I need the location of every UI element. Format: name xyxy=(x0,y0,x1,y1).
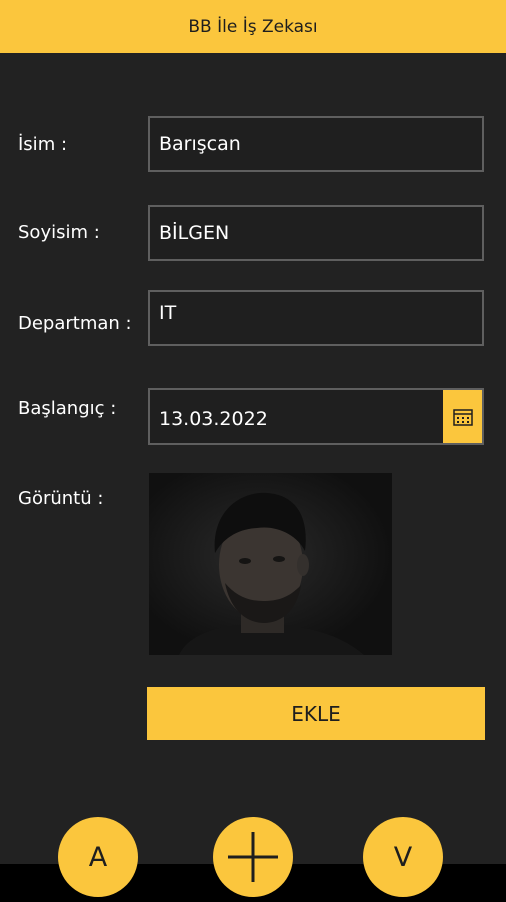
name-label: İsim : xyxy=(18,134,68,155)
calendar-icon xyxy=(452,408,473,426)
department-label: Departman : xyxy=(18,313,132,334)
start-date-label: Başlangıç : xyxy=(18,398,117,419)
app-header: BB İle İş Zekası xyxy=(0,0,506,53)
a-button-label: A xyxy=(88,841,108,873)
add-button[interactable]: EKLE xyxy=(147,687,485,740)
a-button[interactable]: A xyxy=(58,817,138,897)
start-date-picker[interactable]: 13.03.2022 xyxy=(148,388,484,445)
surname-label: Soyisim : xyxy=(18,222,100,243)
name-field[interactable] xyxy=(148,116,484,172)
calendar-button[interactable] xyxy=(443,390,482,443)
v-button[interactable]: V xyxy=(363,817,443,897)
plus-button[interactable] xyxy=(213,817,293,897)
plus-icon xyxy=(228,832,278,882)
v-button-label: V xyxy=(393,841,413,873)
app-title: BB İle İş Zekası xyxy=(188,16,318,37)
department-field[interactable] xyxy=(148,290,484,346)
surname-field[interactable] xyxy=(148,205,484,261)
image-label: Görüntü : xyxy=(18,488,104,509)
profile-photo xyxy=(149,473,392,655)
start-date-value: 13.03.2022 xyxy=(159,408,268,430)
portrait-image xyxy=(149,473,392,655)
